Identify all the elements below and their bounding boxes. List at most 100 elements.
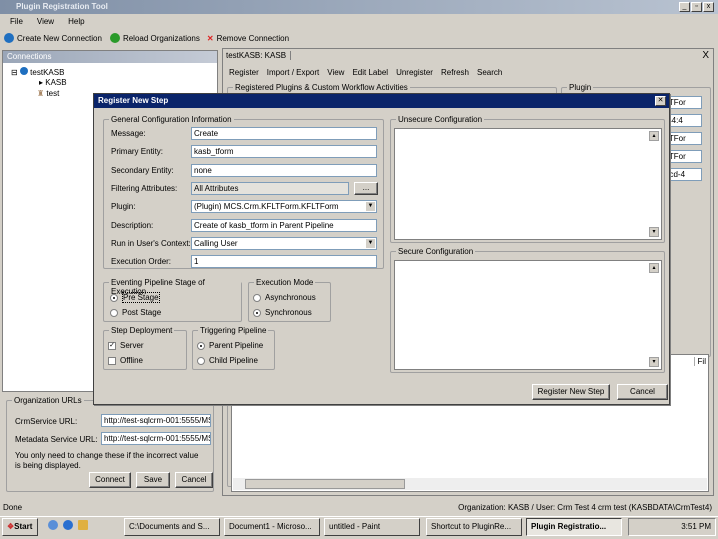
dialog-cancel-button[interactable]: Cancel [617, 384, 668, 400]
taskbar-item[interactable]: Document1 - Microso... [224, 518, 320, 536]
metadata-url-input[interactable]: http://test-sqlcrm-001:5555/MS [101, 432, 211, 445]
secondary-entity-label: Secondary Entity: [111, 165, 174, 175]
group-legend: Plugin [567, 83, 594, 92]
child-pipeline-radio[interactable]: Child Pipeline [197, 356, 258, 365]
register-new-step-button[interactable]: Register New Step [532, 384, 610, 400]
search-button[interactable]: Search [477, 68, 502, 77]
org-note: You only need to change these if the inc… [15, 451, 199, 470]
refresh-button[interactable]: Refresh [441, 68, 469, 77]
maximize-button[interactable]: ▫ [691, 2, 702, 12]
metadata-url-label: Metadata Service URL: [15, 435, 98, 444]
taskbar-item[interactable]: untitled - Paint [324, 518, 420, 536]
synchronous-radio[interactable]: Synchronous [253, 308, 312, 317]
register-button[interactable]: Register [229, 68, 259, 77]
run-in-user-context-select[interactable]: Calling User ▼ [191, 236, 377, 250]
tree-node-kasb[interactable]: ▸ KASB [39, 78, 67, 87]
globe-icon [19, 67, 28, 75]
start-button[interactable]: ❖Start [2, 518, 38, 536]
scroll-down-button[interactable]: ▾ [649, 227, 659, 237]
filtering-attributes-input[interactable]: All Attributes [191, 181, 349, 195]
group-legend: Execution Mode [254, 278, 316, 287]
status-org-info: Organization: KASB / User: Crm Test 4 cr… [458, 503, 712, 512]
pre-stage-radio[interactable]: Pre Stage [110, 292, 160, 303]
taskbar-item[interactable]: Shortcut to PluginRe... [426, 518, 522, 536]
tab-testkasb[interactable]: testKASB: KASB [226, 51, 292, 60]
filtering-attributes-label: Filtering Attributes: [111, 183, 178, 193]
chevron-down-icon[interactable]: ▼ [366, 202, 375, 212]
dialog-title: Register New Step [94, 94, 669, 108]
crm-url-input[interactable]: http://test-sqlcrm-001:5555/MS [101, 414, 211, 427]
outlook-icon[interactable] [78, 520, 88, 530]
radio-icon [197, 341, 205, 350]
register-step-dialog: Register New Step ✕ General Configuratio… [93, 93, 670, 405]
description-input[interactable]: Create of kasb_tform in Parent Pipeline [191, 218, 377, 232]
title-bar: Plugin Registration Tool [0, 0, 718, 14]
close-tab-button[interactable]: X [702, 50, 709, 61]
field-value: (Plugin) MCS.Crm.KFLTForm.KFLTForm [194, 202, 339, 212]
save-button[interactable]: Save [136, 472, 170, 488]
secure-config-group: Secure Configuration ▴ ▾ [390, 247, 665, 373]
scroll-up-button[interactable]: ▴ [649, 263, 659, 273]
chevron-down-icon[interactable]: ▼ [366, 238, 375, 248]
offline-checkbox[interactable]: Offline [108, 356, 143, 365]
create-connection-button[interactable]: Create New Connection [17, 34, 102, 43]
field-value: 1 [194, 257, 199, 267]
edit-label-button[interactable]: Edit Label [352, 68, 388, 77]
asynchronous-radio[interactable]: Asynchronous [253, 293, 316, 302]
secure-config-textarea[interactable]: ▴ ▾ [394, 260, 662, 370]
checkbox-label: Offline [120, 356, 143, 365]
post-stage-radio[interactable]: Post Stage [110, 308, 161, 317]
field-value: Create of kasb_tform in Parent Pipeline [194, 220, 334, 230]
connections-header: Connections [3, 51, 217, 63]
execution-order-input[interactable]: 1 [191, 255, 377, 269]
system-tray: 3:51 PM [628, 518, 716, 536]
quick-launch [48, 520, 88, 530]
scrollbar-thumb[interactable] [245, 479, 405, 489]
tree-node-test[interactable]: ♜ test [37, 89, 59, 98]
connect-button[interactable]: Connect [89, 472, 131, 488]
radio-label: Child Pipeline [209, 356, 258, 365]
field-value: kasb_tform [194, 147, 234, 157]
parent-pipeline-radio[interactable]: Parent Pipeline [197, 341, 263, 350]
reload-organizations-button[interactable]: Reload Organizations [123, 34, 200, 43]
minimize-button[interactable]: _ [679, 2, 690, 12]
server-checkbox[interactable]: ✓ Server [108, 341, 144, 350]
org-icon: ♜ [37, 89, 45, 98]
import-export-button[interactable]: Import / Export [267, 68, 319, 77]
checkbox-label: Server [120, 341, 144, 350]
browse-attributes-button[interactable]: ... [354, 181, 378, 195]
close-button[interactable]: x [703, 2, 714, 12]
group-legend: Organization URLs [12, 396, 84, 405]
unregister-button[interactable]: Unregister [396, 68, 433, 77]
view-button[interactable]: View [327, 68, 344, 77]
taskbar-item[interactable]: C:\Documents and S... [124, 518, 220, 536]
tree-node-testkasb[interactable]: ⊟ testKASB [11, 67, 64, 77]
crm-url-label: CrmService URL: [15, 417, 78, 426]
tree-label: KASB [45, 78, 67, 87]
message-input[interactable]: Create [191, 127, 377, 140]
menu-help[interactable]: Help [68, 17, 84, 26]
radio-label: Post Stage [122, 308, 162, 317]
checkmark-icon: ✓ [108, 341, 116, 350]
radio-label: Synchronous [265, 308, 312, 317]
secondary-entity-input[interactable]: none [191, 163, 377, 177]
primary-entity-input[interactable]: kasb_tform [191, 145, 377, 159]
plugin-select[interactable]: (Plugin) MCS.Crm.KFLTForm.KFLTForm ▼ [191, 200, 377, 214]
desktop-icon[interactable] [48, 520, 58, 530]
message-label: Message: [111, 129, 146, 138]
column-header[interactable]: Fil [693, 357, 706, 366]
menu-file[interactable]: File [10, 17, 23, 26]
cancel-button[interactable]: Cancel [175, 472, 213, 488]
reload-icon [109, 33, 120, 43]
taskbar-item-active[interactable]: Plugin Registratio... [526, 518, 622, 536]
stage-group: Eventing Pipeline Stage of Execution Pre… [103, 278, 242, 322]
menu-view[interactable]: View [37, 17, 54, 26]
description-label: Description: [111, 220, 154, 230]
dialog-close-button[interactable]: ✕ [655, 96, 666, 106]
remove-connection-button[interactable]: Remove Connection [217, 34, 289, 43]
horizontal-scrollbar[interactable] [233, 478, 707, 490]
ie-icon[interactable] [63, 520, 73, 530]
scroll-down-button[interactable]: ▾ [649, 357, 659, 367]
scroll-up-button[interactable]: ▴ [649, 131, 659, 141]
unsecure-config-textarea[interactable]: ▴ ▾ [394, 128, 662, 240]
